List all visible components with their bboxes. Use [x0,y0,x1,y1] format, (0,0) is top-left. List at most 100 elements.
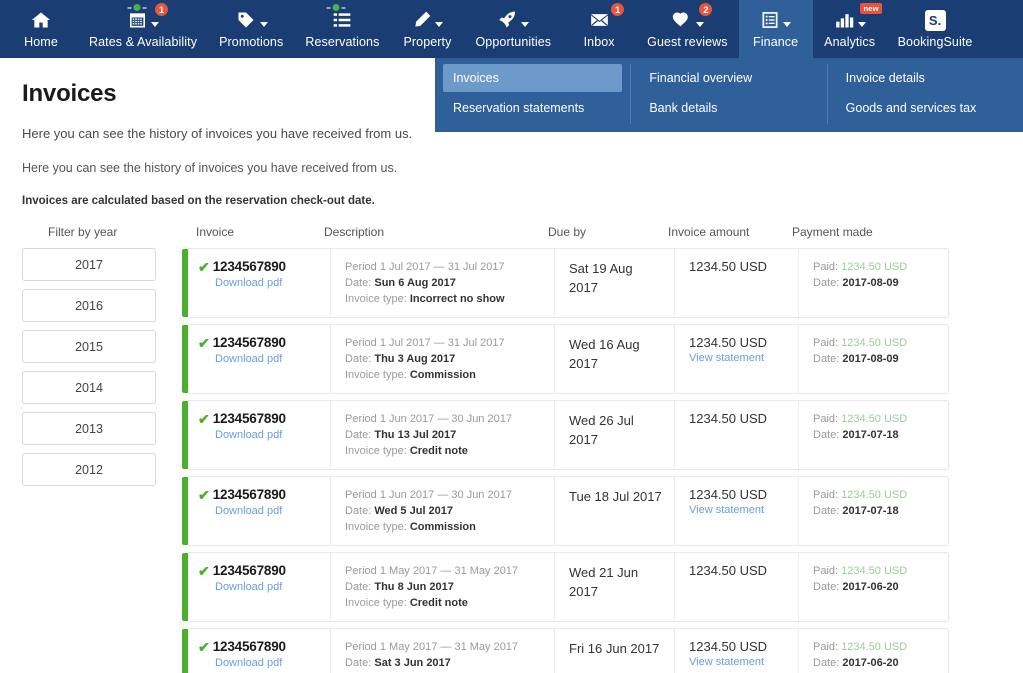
table-row: ✔ 1234567890 Download pdf Period 1 Jun 2017… [182,400,949,470]
payment-amount: Paid: 1234.50 USD [813,413,908,425]
nav-item-opportunities[interactable]: Opportunities [464,0,562,58]
download-pdf-link[interactable]: Download pdf [215,429,320,441]
cell-due-by: Fri 16 Jun 2017 [554,629,674,673]
chevron-down-icon [259,21,268,27]
nav-icon-wrapper: S. [898,5,973,35]
description-period: Period 1 Jun 2017 — 30 Jun 2017 [345,489,512,501]
due-by-date: Fri 16 Jun 2017 [569,641,660,656]
dropdown-item-goods-and-services-tax[interactable]: Goods and services tax [836,94,1015,122]
envelope-icon [588,10,611,30]
invoice-number-wrapper: ✔ 1234567890 [198,259,320,274]
year-filter-2013[interactable]: 2013 [22,412,156,445]
pencil-icon [412,10,432,30]
description-date: Date: Thu 3 Aug 2017 [345,353,456,365]
nav-item-property[interactable]: Property [390,0,464,58]
description-invoice-type: Invoice type: Credit note [345,445,468,457]
cell-invoice-amount: 1234.50 USD View statement [674,325,798,393]
nav-item-analytics[interactable]: new Analytics [813,0,887,58]
dropdown-item-reservation-statements[interactable]: Reservation statements [443,94,622,122]
download-pdf-link[interactable]: Download pdf [215,353,320,365]
year-filter-2017[interactable]: 2017 [22,248,156,281]
download-pdf-link[interactable]: Download pdf [215,581,320,593]
main-navigation-bar: Home 1 Rates & Availability Promotions Reser… [0,0,1023,58]
cell-invoice: ✔ 1234567890 Download pdf [188,477,330,545]
list-icon [331,10,353,30]
status-dots-indicator [326,4,346,11]
view-statement-link[interactable]: View statement [689,352,788,364]
page-note: Invoices are calculated based on the res… [22,195,375,207]
nav-item-bookingsuite[interactable]: S. BookingSuite [887,0,984,58]
cell-payment-made: Paid: 1234.50 USD Date: 2017-08-09 [798,249,948,317]
cell-invoice: ✔ 1234567890 Download pdf [188,629,330,673]
notification-badge: 2 [698,2,714,17]
nav-item-label: Analytics [824,35,876,49]
nav-item-inbox[interactable]: 1 Inbox [562,0,636,58]
nav-icon-wrapper: 1 [573,2,626,35]
invoice-amount: 1234.50 USD [689,487,768,502]
download-pdf-link[interactable]: Download pdf [215,657,320,669]
nav-item-home[interactable]: Home [4,0,78,58]
chevron-down-icon [695,21,704,27]
rocket-icon [497,10,518,30]
year-filter-2012[interactable]: 2012 [22,453,156,486]
view-statement-link[interactable]: View statement [689,504,788,516]
cell-description: Period 1 Jul 2017 — 31 Jul 2017 Date: Thu… [330,325,554,393]
invoices-table: Invoice Description Due by Invoice amoun… [182,225,1023,673]
payment-amount: Paid: 1234.50 USD [813,641,908,653]
nav-icon-wrapper [305,4,379,35]
nav-icon-wrapper [750,5,802,35]
page-content: Invoices Here you can see the history of… [0,58,1023,673]
description-invoice-type: Invoice type: Credit note [345,597,468,609]
invoice-number: 1234567890 [212,563,286,578]
invoice-number-wrapper: ✔ 1234567890 [198,487,320,502]
nav-item-label: BookingSuite [897,35,973,49]
cell-payment-made: Paid: 1234.50 USD Date: 2017-07-18 [798,477,948,545]
nav-item-label: Rates & Availability [89,35,198,49]
description-date: Date: Sat 3 Jun 2017 [345,657,451,669]
view-statement-link[interactable]: View statement [689,656,788,668]
cell-invoice: ✔ 1234567890 Download pdf [188,401,330,469]
nav-item-promotions[interactable]: Promotions [208,0,294,58]
description-period: Period 1 Jul 2017 — 31 Jul 2017 [345,337,505,349]
nav-item-finance[interactable]: Finance [738,0,813,58]
description-date: Date: Sun 6 Aug 2017 [345,277,456,289]
payment-amount: Paid: 1234.50 USD [813,337,908,349]
cell-invoice-amount: 1234.50 USD View statement [674,629,798,673]
finance-dropdown-menu: Invoices Reservation statements Financial … [435,58,1023,132]
dropdown-column-1: Invoices Reservation statements [435,64,630,124]
payment-date: Date: 2017-07-18 [813,505,899,517]
cell-description: Period 1 Jul 2017 — 31 Jul 2017 Date: Sun… [330,249,554,317]
column-header-payment-made: Payment made [792,225,873,239]
nav-item-guest-reviews[interactable]: 2 Guest reviews [636,0,739,58]
description-invoice-type: Invoice type: Incorrect no show [345,293,505,305]
nav-item-rates-availability[interactable]: 1 Rates & Availability [78,0,208,58]
nav-item-reservations[interactable]: Reservations [294,0,390,58]
download-pdf-link[interactable]: Download pdf [215,277,320,289]
check-icon: ✔ [198,638,210,655]
invoice-number-wrapper: ✔ 1234567890 [198,411,320,426]
chevron-down-icon [783,21,792,27]
nav-item-label: Home [24,35,58,49]
check-icon: ✔ [198,486,210,503]
invoice-amount: 1234.50 USD [689,563,768,578]
download-pdf-link[interactable]: Download pdf [215,505,320,517]
year-filter-2014[interactable]: 2014 [22,371,156,404]
due-by-date: Wed 16 Aug 2017 [569,337,640,371]
nav-item-label: Inbox [583,35,615,49]
cell-invoice: ✔ 1234567890 Download pdf [188,553,330,621]
description-period: Period 1 May 2017 — 31 May 2017 [345,641,519,653]
due-by-date: Sat 19 Aug 2017 [569,261,633,295]
cell-due-by: Tue 18 Jul 2017 [554,477,674,545]
dropdown-item-bank-details[interactable]: Bank details [639,94,818,122]
dropdown-item-invoice-details[interactable]: Invoice details [836,64,1015,92]
cell-payment-made: Paid: 1234.50 USD Date: 2017-06-20 [798,629,948,673]
year-filter-2015[interactable]: 2015 [22,330,156,363]
invoice-amount: 1234.50 USD [689,411,768,426]
dropdown-item-invoices[interactable]: Invoices [443,64,623,92]
cell-invoice-amount: 1234.50 USD View statement [674,477,798,545]
invoice-number: 1234567890 [212,487,286,502]
year-filter-2016[interactable]: 2016 [22,289,156,322]
year-filter-panel: Filter by year 2017 2016 2015 2014 2013 2012 [22,225,180,673]
invoice-amount: 1234.50 USD [689,639,768,654]
dropdown-item-financial-overview[interactable]: Financial overview [639,64,818,92]
